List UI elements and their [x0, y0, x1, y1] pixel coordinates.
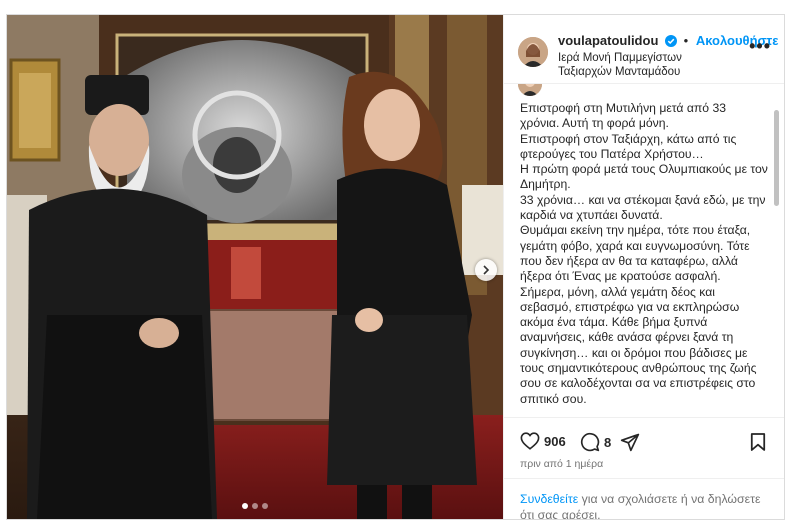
- comment-icon: [580, 432, 600, 452]
- caption-paragraph: Σήμερα, μόνη, αλλά γεμάτη δέος και σεβασ…: [520, 284, 757, 406]
- login-prompt-text: Συνδεθείτε για να σχολιάσετε ή να δηλώσε…: [520, 491, 770, 519]
- username[interactable]: voulapatoulidou: [558, 33, 658, 48]
- carousel-dot: [252, 503, 258, 509]
- comment-count: 8: [604, 434, 612, 450]
- caption-area: Επιστροφή στη Μυτιλήνη μετά από 33 χρόνι…: [504, 84, 784, 417]
- heart-icon: [520, 432, 540, 450]
- login-link[interactable]: Συνδεθείτε: [520, 492, 578, 506]
- caption-paragraph: 33 χρόνια… και να στέκομαι ξανά εδώ, με …: [520, 192, 766, 223]
- caption-scrollbar[interactable]: [774, 110, 779, 206]
- instagram-post: voulapatoulidou • Ακολουθήστε Ιερά Μονή …: [6, 14, 785, 520]
- verified-badge-icon: [665, 35, 678, 50]
- carousel-next-button[interactable]: [475, 259, 497, 281]
- more-options-icon[interactable]: •••: [749, 37, 771, 55]
- post-actions: 906 8 πριν από 1 ημέρα Συνδεθείτε για να…: [504, 417, 784, 519]
- carousel-dot: [262, 503, 268, 509]
- caption-paragraph: Επιστροφή στον Ταξιάρχη, κάτω από τις φτ…: [520, 131, 737, 161]
- caption-paragraph: Επιστροφή στη Μυτιλήνη μετά από 33 χρόνι…: [520, 101, 727, 131]
- login-prompt: Συνδεθείτε για να σχολιάσετε ή να δηλώσε…: [504, 478, 784, 519]
- location-link[interactable]: Ιερά Μονή Παμμεγίστων Ταξιαρχών Μανταμάδ…: [558, 51, 738, 79]
- avatar-image: [518, 37, 548, 67]
- carousel-indicator: [7, 503, 503, 509]
- save-button[interactable]: [750, 432, 766, 452]
- like-count: 906: [544, 433, 566, 449]
- post-side-panel: voulapatoulidou • Ακολουθήστε Ιερά Μονή …: [503, 15, 784, 519]
- separator-dot: •: [683, 33, 689, 48]
- photo-illustration: [7, 15, 503, 519]
- post-timestamp: πριν από 1 ημέρα: [520, 458, 604, 470]
- avatar-image: [518, 84, 542, 96]
- post-header: voulapatoulidou • Ακολουθήστε Ιερά Μονή …: [504, 15, 784, 84]
- bookmark-icon: [750, 433, 766, 451]
- like-button[interactable]: 906: [520, 432, 566, 450]
- share-icon: [620, 433, 640, 452]
- carousel-dot: [242, 503, 248, 509]
- caption-paragraph: Η πρώτη φορά μετά τους Ολυμπιακούς με το…: [520, 162, 768, 192]
- username-row: voulapatoulidou • Ακολουθήστε: [558, 33, 778, 50]
- avatar[interactable]: [518, 37, 548, 67]
- caption-avatar[interactable]: [518, 84, 542, 96]
- post-caption: Επιστροφή στη Μυτιλήνη μετά από 33 χρόνι…: [520, 101, 768, 407]
- post-photo[interactable]: [7, 15, 503, 519]
- share-button[interactable]: [620, 432, 640, 452]
- caption-paragraph: Θυμάμαι εκείνη την ημέρα, τότε που έταξα…: [520, 223, 751, 284]
- comment-button[interactable]: 8: [580, 432, 611, 452]
- chevron-right-icon: [483, 265, 490, 275]
